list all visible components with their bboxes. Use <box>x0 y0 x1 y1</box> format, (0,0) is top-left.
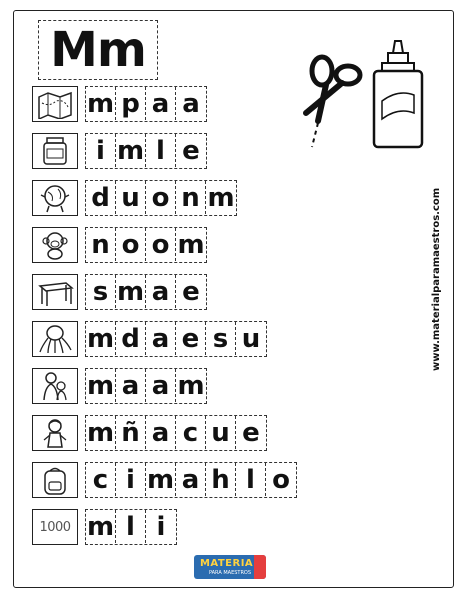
letter-tile[interactable]: c <box>176 416 206 449</box>
backpack-icon <box>44 467 66 495</box>
table-icon <box>38 282 74 306</box>
brand-logo: MATERIAL PARA MAESTROS <box>194 555 266 579</box>
word-row: imle <box>32 131 207 171</box>
letter-tile[interactable]: e <box>176 134 206 167</box>
letter-tile[interactable]: a <box>146 369 176 402</box>
word-row: mñacue <box>32 413 267 453</box>
honey-jar-picture <box>32 133 78 169</box>
letter-strip: smae <box>85 274 207 310</box>
letter-tile[interactable]: m <box>86 322 116 355</box>
octopus-icon <box>39 325 72 354</box>
letter-tile[interactable]: m <box>116 134 146 167</box>
letter-strip: maam <box>85 368 207 404</box>
letter-tile[interactable]: d <box>116 322 146 355</box>
letter-tile[interactable]: m <box>176 228 206 261</box>
word-row: mdaesu <box>32 319 267 359</box>
letter-tile[interactable]: e <box>236 416 266 449</box>
word-row: maam <box>32 366 207 406</box>
number-picture: 1000 <box>32 509 78 545</box>
letter-tile[interactable]: o <box>146 181 176 214</box>
letter-tile[interactable]: o <box>266 463 296 496</box>
letter-tile[interactable]: n <box>176 181 206 214</box>
letter-strip: mñacue <box>85 415 267 451</box>
word-row: mpaa <box>32 84 207 124</box>
letter-tile[interactable]: l <box>236 463 266 496</box>
scissors-icon <box>303 54 363 148</box>
octopus-picture <box>32 321 78 357</box>
letter-tile[interactable]: m <box>116 275 146 308</box>
word-row: cimahlo <box>32 460 297 500</box>
logo-sub-text: PARA MAESTROS <box>208 570 252 576</box>
monkey-icon <box>42 232 68 260</box>
website-url: www.materialparamaestros.com <box>431 187 442 371</box>
letter-tile[interactable]: a <box>146 416 176 449</box>
letter-tile[interactable]: s <box>86 275 116 308</box>
letter-strip: imle <box>85 133 207 169</box>
letter-tile[interactable]: a <box>116 369 146 402</box>
map-picture <box>32 86 78 122</box>
mother-child-picture <box>32 368 78 404</box>
letter-tile[interactable]: c <box>86 463 116 496</box>
letter-tile[interactable]: m <box>206 181 236 214</box>
word-row: noom <box>32 225 207 265</box>
letter-tile[interactable]: m <box>86 510 116 543</box>
table-picture <box>32 274 78 310</box>
letter-tile[interactable]: p <box>116 87 146 120</box>
letter-tile[interactable]: m <box>86 87 116 120</box>
letter-tile[interactable]: n <box>86 228 116 261</box>
word-row: 1000 m l i <box>32 507 177 547</box>
honey-jar-icon <box>43 137 67 165</box>
word-row: duonm <box>32 178 237 218</box>
letter-strip: mli <box>85 509 177 545</box>
letter-strip: mdaesu <box>85 321 267 357</box>
world-globe-picture <box>32 180 78 216</box>
letter-tile[interactable]: e <box>176 322 206 355</box>
letter-tile[interactable]: a <box>146 322 176 355</box>
letter-strip: mpaa <box>85 86 207 122</box>
letter-tile[interactable]: u <box>236 322 266 355</box>
word-row: smae <box>32 272 207 312</box>
letter-tile[interactable]: i <box>116 463 146 496</box>
backpack-picture <box>32 462 78 498</box>
letter-tile[interactable]: m <box>86 416 116 449</box>
letter-tile[interactable]: a <box>146 87 176 120</box>
letter-strip: noom <box>85 227 207 263</box>
number-icon: 1000 <box>39 519 71 535</box>
letter-tile[interactable]: u <box>116 181 146 214</box>
letter-tile[interactable]: o <box>146 228 176 261</box>
worksheet: Mm www.materialparamaestros.com MATERIAL… <box>13 10 454 588</box>
letter-tile[interactable]: h <box>206 463 236 496</box>
letter-tile[interactable]: m <box>86 369 116 402</box>
letter-tile[interactable]: l <box>116 510 146 543</box>
letter-strip: duonm <box>85 180 237 216</box>
letter-tile[interactable]: i <box>86 134 116 167</box>
mother-child-icon <box>43 372 67 401</box>
letter-tile[interactable]: l <box>146 134 176 167</box>
monkey-picture <box>32 227 78 263</box>
letter-tile[interactable]: i <box>146 510 176 543</box>
letter-tile[interactable]: m <box>146 463 176 496</box>
letter-tile[interactable]: u <box>206 416 236 449</box>
letter-tile[interactable]: e <box>176 275 206 308</box>
letter-tile[interactable]: a <box>176 463 206 496</box>
letter-tile[interactable]: a <box>176 87 206 120</box>
letter-tile[interactable]: o <box>116 228 146 261</box>
letter-tile[interactable]: a <box>146 275 176 308</box>
doll-icon <box>43 419 67 448</box>
letter-strip: cimahlo <box>85 462 297 498</box>
world-globe-icon <box>40 185 70 213</box>
map-icon <box>38 91 72 119</box>
letter-tile[interactable]: d <box>86 181 116 214</box>
doll-picture <box>32 415 78 451</box>
letter-tile[interactable]: m <box>176 369 206 402</box>
logo-main-text: MATERIAL <box>199 558 261 569</box>
letter-tile[interactable]: ñ <box>116 416 146 449</box>
logo-accent <box>254 555 266 579</box>
letter-tile[interactable]: s <box>206 322 236 355</box>
page-title: Mm <box>38 20 158 80</box>
glue-bottle-icon <box>372 40 424 149</box>
